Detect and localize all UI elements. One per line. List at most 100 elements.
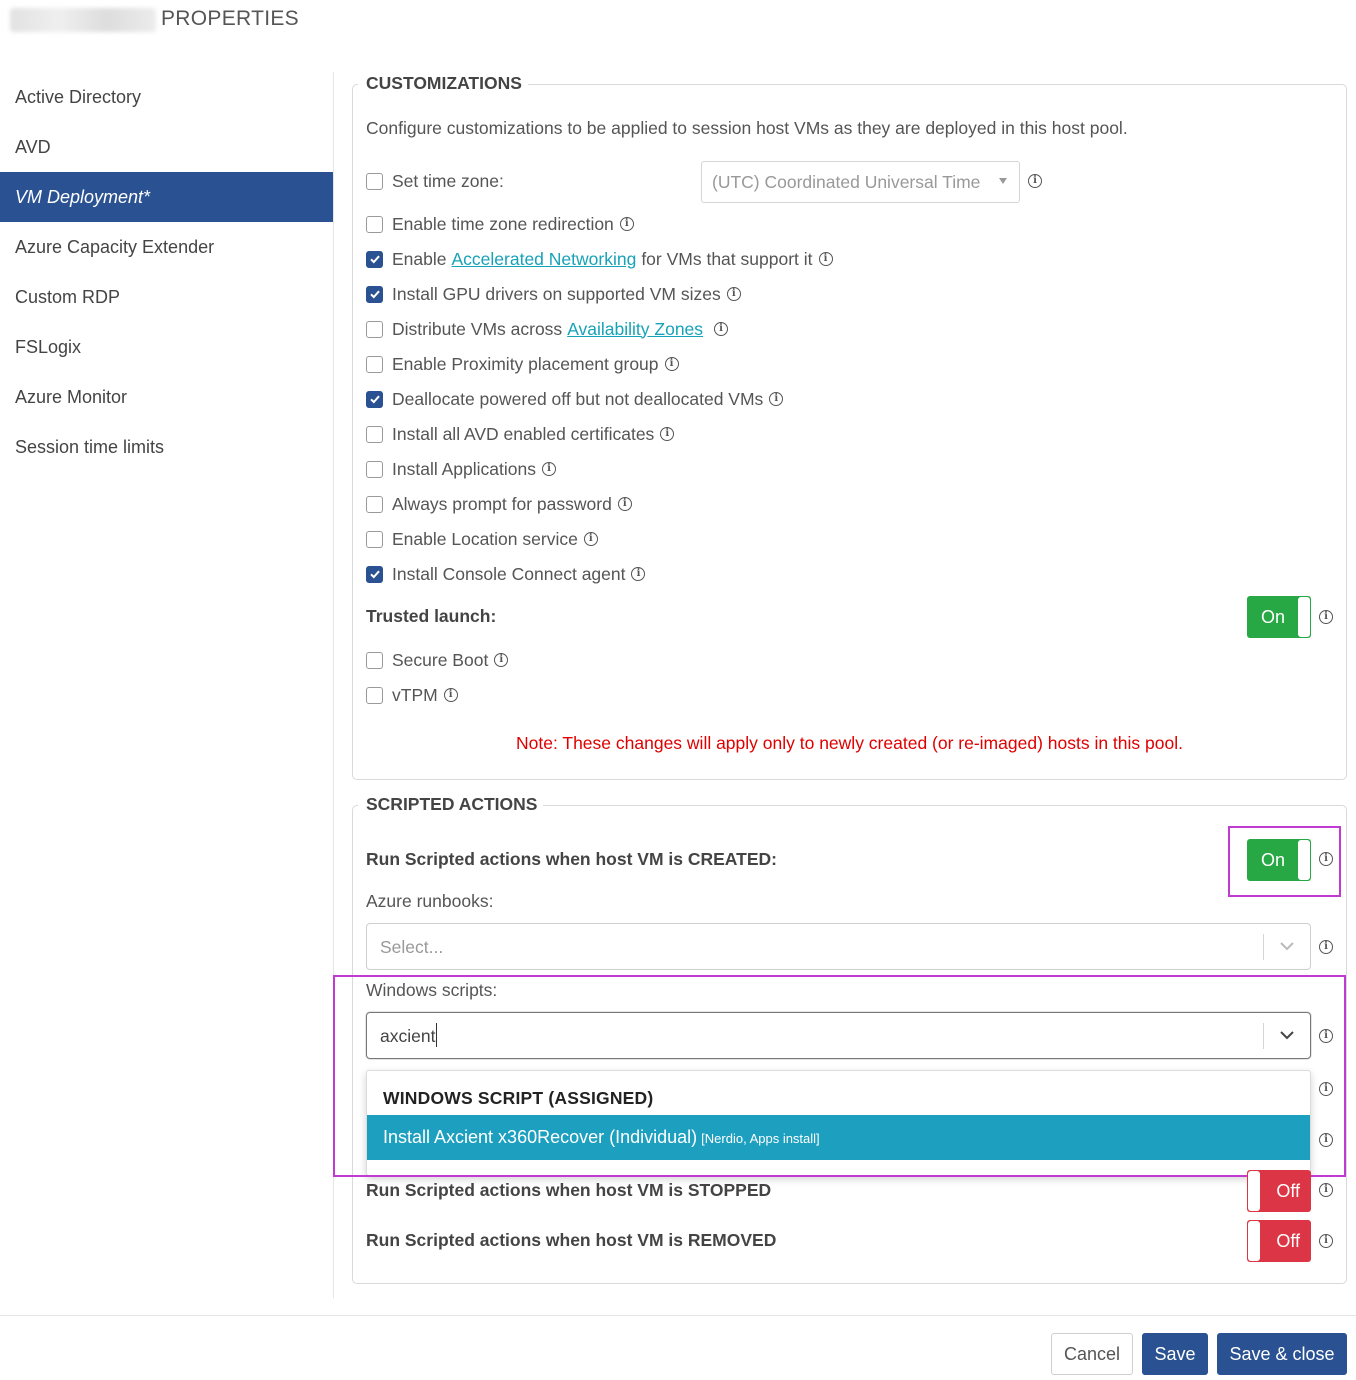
prompt-password-checkbox[interactable] (366, 495, 383, 513)
customizations-legend: CUSTOMIZATIONS (358, 73, 528, 94)
deallocate-checkbox[interactable] (366, 390, 383, 408)
gpu-drivers-checkbox[interactable] (366, 285, 383, 303)
option-location-service: Enable Location service i (366, 527, 598, 551)
proximity-placement-checkbox[interactable] (366, 355, 383, 373)
option-vtpm: vTPM i (366, 683, 458, 707)
set-time-zone-row: Set time zone: (366, 169, 504, 193)
toggle-knob (1248, 1171, 1260, 1211)
stopped-toggle[interactable]: Off (1247, 1170, 1311, 1212)
location-service-checkbox[interactable] (366, 530, 383, 548)
option-label: Enable Location service (392, 528, 578, 549)
info-icon[interactable]: i (631, 567, 646, 581)
option-certificates: Install all AVD enabled certificates i (366, 422, 675, 446)
highlight-box-created-toggle (1228, 826, 1341, 897)
hostpool-name-redacted (10, 8, 156, 32)
toggle-knob (1298, 597, 1310, 637)
info-icon[interactable]: i (619, 217, 634, 231)
option-label: Always prompt for password (392, 493, 612, 514)
customizations-note: Note: These changes will apply only to n… (516, 733, 1183, 753)
time-zone-select[interactable]: (UTC) Coordinated Universal Time (701, 161, 1020, 203)
console-connect-checkbox[interactable] (366, 565, 383, 583)
removed-toggle[interactable]: Off (1247, 1220, 1311, 1262)
option-label: Install all AVD enabled certificates (392, 423, 655, 444)
info-icon[interactable]: i (541, 462, 556, 476)
check-icon (369, 395, 380, 404)
save-button[interactable]: Save (1142, 1333, 1208, 1375)
info-icon[interactable]: i (443, 688, 458, 702)
vtpm-checkbox[interactable] (366, 686, 383, 704)
info-icon[interactable]: i (617, 497, 632, 511)
toggle-label: Off (1276, 1181, 1300, 1201)
option-deallocate: Deallocate powered off but not deallocat… (366, 387, 784, 411)
option-proximity-placement: Enable Proximity placement group i (366, 352, 679, 376)
option-label: Install Console Connect agent (392, 563, 626, 584)
option-label: Install GPU drivers on supported VM size… (392, 283, 721, 304)
availability-zones-checkbox[interactable] (366, 320, 383, 338)
option-label: Install Applications (392, 458, 536, 479)
info-icon[interactable]: i (664, 357, 679, 371)
azure-runbooks-select[interactable]: Select... (366, 923, 1311, 970)
sidebar-item-custom-rdp[interactable]: Custom RDP (0, 272, 333, 322)
scripted-actions-legend: SCRIPTED ACTIONS (358, 794, 544, 815)
sidebar-item-vm-deployment[interactable]: VM Deployment* (0, 172, 333, 222)
accelerated-networking-link[interactable]: Accelerated Networking (452, 249, 637, 270)
info-icon[interactable]: i (1319, 1183, 1333, 1197)
option-console-connect: Install Console Connect agent i (366, 562, 646, 586)
cancel-button[interactable]: Cancel (1051, 1333, 1133, 1375)
chevron-down-icon (1280, 942, 1294, 951)
created-label: Run Scripted actions when host VM is CRE… (366, 849, 777, 869)
toggle-label: Off (1276, 1231, 1300, 1251)
sidebar-item-active-directory[interactable]: Active Directory (0, 72, 333, 122)
certificates-checkbox[interactable] (366, 425, 383, 443)
removed-label: Run Scripted actions when host VM is REM… (366, 1230, 777, 1250)
info-icon[interactable]: i (583, 532, 598, 546)
toggle-label: On (1261, 607, 1286, 627)
sidebar-item-avd[interactable]: AVD (0, 122, 333, 172)
save-close-button[interactable]: Save & close (1217, 1333, 1347, 1375)
info-icon[interactable]: i (660, 427, 675, 441)
option-label-suffix: for VMs that support it (641, 248, 813, 269)
select-separator (1263, 934, 1264, 960)
availability-zones-link[interactable]: Availability Zones (567, 319, 703, 340)
info-icon[interactable]: i (1028, 174, 1042, 188)
trusted-launch-toggle[interactable]: On (1247, 596, 1311, 638)
sidebar-item-azure-monitor[interactable]: Azure Monitor (0, 372, 333, 422)
set-time-zone-label: Set time zone: (392, 170, 504, 191)
secure-boot-checkbox[interactable] (366, 651, 383, 669)
azure-runbooks-label: Azure runbooks: (366, 891, 494, 911)
info-icon[interactable]: i (1319, 940, 1333, 954)
option-label: Distribute VMs across (392, 318, 563, 339)
option-label: vTPM (392, 684, 438, 705)
info-icon[interactable]: i (714, 322, 729, 336)
sidebar: Active Directory AVD VM Deployment* Azur… (0, 72, 333, 472)
sidebar-item-azure-capacity-extender[interactable]: Azure Capacity Extender (0, 222, 333, 272)
option-time-zone-redirection: Enable time zone redirection i (366, 212, 634, 236)
time-zone-redirection-checkbox[interactable] (366, 215, 383, 233)
highlight-box-windows-scripts (333, 975, 1346, 1177)
info-icon[interactable]: i (494, 653, 509, 667)
option-label: Secure Boot (392, 649, 489, 670)
option-gpu-drivers: Install GPU drivers on supported VM size… (366, 282, 741, 306)
caret-down-icon (999, 178, 1007, 184)
check-icon (369, 290, 380, 299)
azure-runbooks-placeholder: Select... (380, 937, 444, 957)
option-label: Enable (392, 248, 447, 269)
customizations-description: Configure customizations to be applied t… (366, 118, 1128, 138)
install-applications-checkbox[interactable] (366, 460, 383, 478)
info-icon[interactable]: i (726, 287, 741, 301)
info-icon[interactable]: i (1319, 1234, 1333, 1248)
info-icon[interactable]: i (769, 392, 784, 406)
option-secure-boot: Secure Boot i (366, 648, 509, 672)
check-icon (369, 570, 380, 579)
stopped-label: Run Scripted actions when host VM is STO… (366, 1180, 772, 1200)
sidebar-item-fslogix[interactable]: FSLogix (0, 322, 333, 372)
info-icon[interactable]: i (1319, 610, 1333, 624)
info-icon[interactable]: i (818, 252, 833, 266)
set-time-zone-checkbox[interactable] (366, 172, 383, 190)
option-availability-zones: Distribute VMs across Availability Zones… (366, 317, 729, 341)
option-label: Deallocate powered off but not deallocat… (392, 388, 764, 409)
accelerated-networking-checkbox[interactable] (366, 250, 383, 268)
option-prompt-password: Always prompt for password i (366, 492, 632, 516)
toggle-knob (1248, 1221, 1260, 1261)
sidebar-item-session-time-limits[interactable]: Session time limits (0, 422, 333, 472)
